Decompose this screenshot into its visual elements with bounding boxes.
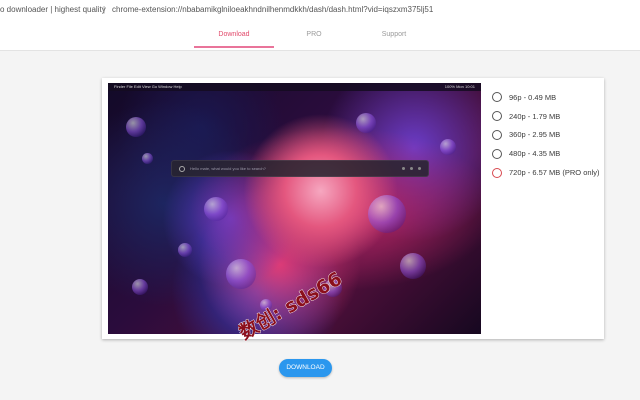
radio-icon[interactable] bbox=[492, 111, 502, 122]
bubble bbox=[204, 197, 228, 221]
mic-icon bbox=[402, 167, 405, 170]
menubar-status: 100% Mon 10:01 bbox=[444, 84, 475, 89]
quality-label: 720p - 6.57 MB (PRO only) bbox=[509, 168, 600, 178]
quality-option-96p[interactable]: 96p - 0.49 MB bbox=[492, 88, 602, 107]
radio-icon[interactable] bbox=[492, 92, 502, 103]
bubble bbox=[178, 243, 192, 257]
quality-label: 480p - 4.35 MB bbox=[509, 149, 561, 159]
quality-option-720p[interactable]: 720p - 6.57 MB (PRO only) bbox=[492, 163, 602, 182]
bubble bbox=[400, 253, 426, 279]
bubble bbox=[226, 259, 256, 289]
quality-label: 360p - 2.95 MB bbox=[509, 130, 561, 140]
download-button[interactable]: DOWNLOAD bbox=[279, 359, 332, 377]
quality-options: 96p - 0.49 MB 240p - 1.79 MB 360p - 2.95… bbox=[492, 88, 602, 182]
quality-option-480p[interactable]: 480p - 4.35 MB bbox=[492, 144, 602, 163]
title-separator: | bbox=[103, 5, 106, 14]
wallpaper-image bbox=[108, 83, 481, 334]
spotlight-placeholder: Hello mate, what would you like to searc… bbox=[190, 166, 266, 171]
bubble bbox=[440, 139, 456, 155]
bubble bbox=[260, 299, 272, 311]
quality-option-240p[interactable]: 240p - 1.79 MB bbox=[492, 107, 602, 126]
tab-support[interactable]: Support bbox=[354, 20, 434, 50]
tab-download[interactable]: Download bbox=[194, 20, 274, 50]
quality-label: 240p - 1.79 MB bbox=[509, 111, 561, 121]
radio-icon[interactable] bbox=[492, 129, 502, 140]
browser-address-bar[interactable]: o downloader | highest quality | chrome-… bbox=[0, 0, 640, 21]
url-text[interactable]: chrome-extension://nbabamikglniloeakhndn… bbox=[112, 0, 433, 20]
flash-icon bbox=[410, 167, 413, 170]
tab-pro[interactable]: PRO bbox=[274, 20, 354, 50]
mac-menubar: Finder File Edit View Go Window Help 100… bbox=[108, 83, 481, 91]
spotlight-bar: Hello mate, what would you like to searc… bbox=[171, 160, 429, 177]
bubble bbox=[142, 153, 153, 164]
bubble bbox=[324, 279, 342, 297]
video-preview: Finder File Edit View Go Window Help 100… bbox=[108, 83, 481, 334]
download-card: Finder File Edit View Go Window Help 100… bbox=[102, 78, 604, 339]
search-icon bbox=[179, 166, 185, 172]
radio-icon[interactable] bbox=[492, 167, 502, 178]
radio-icon[interactable] bbox=[492, 148, 502, 159]
bubble bbox=[132, 279, 148, 295]
bubble bbox=[126, 117, 146, 137]
tab-title: o downloader | highest quality bbox=[0, 5, 106, 14]
quality-option-360p[interactable]: 360p - 2.95 MB bbox=[492, 126, 602, 145]
quality-label: 96p - 0.49 MB bbox=[509, 92, 557, 102]
settings-icon bbox=[418, 167, 421, 170]
bubble bbox=[356, 113, 376, 133]
menubar-menus: Finder File Edit View Go Window Help bbox=[114, 84, 182, 89]
tab-bar: Download PRO Support bbox=[0, 20, 640, 51]
bubble bbox=[368, 195, 406, 233]
